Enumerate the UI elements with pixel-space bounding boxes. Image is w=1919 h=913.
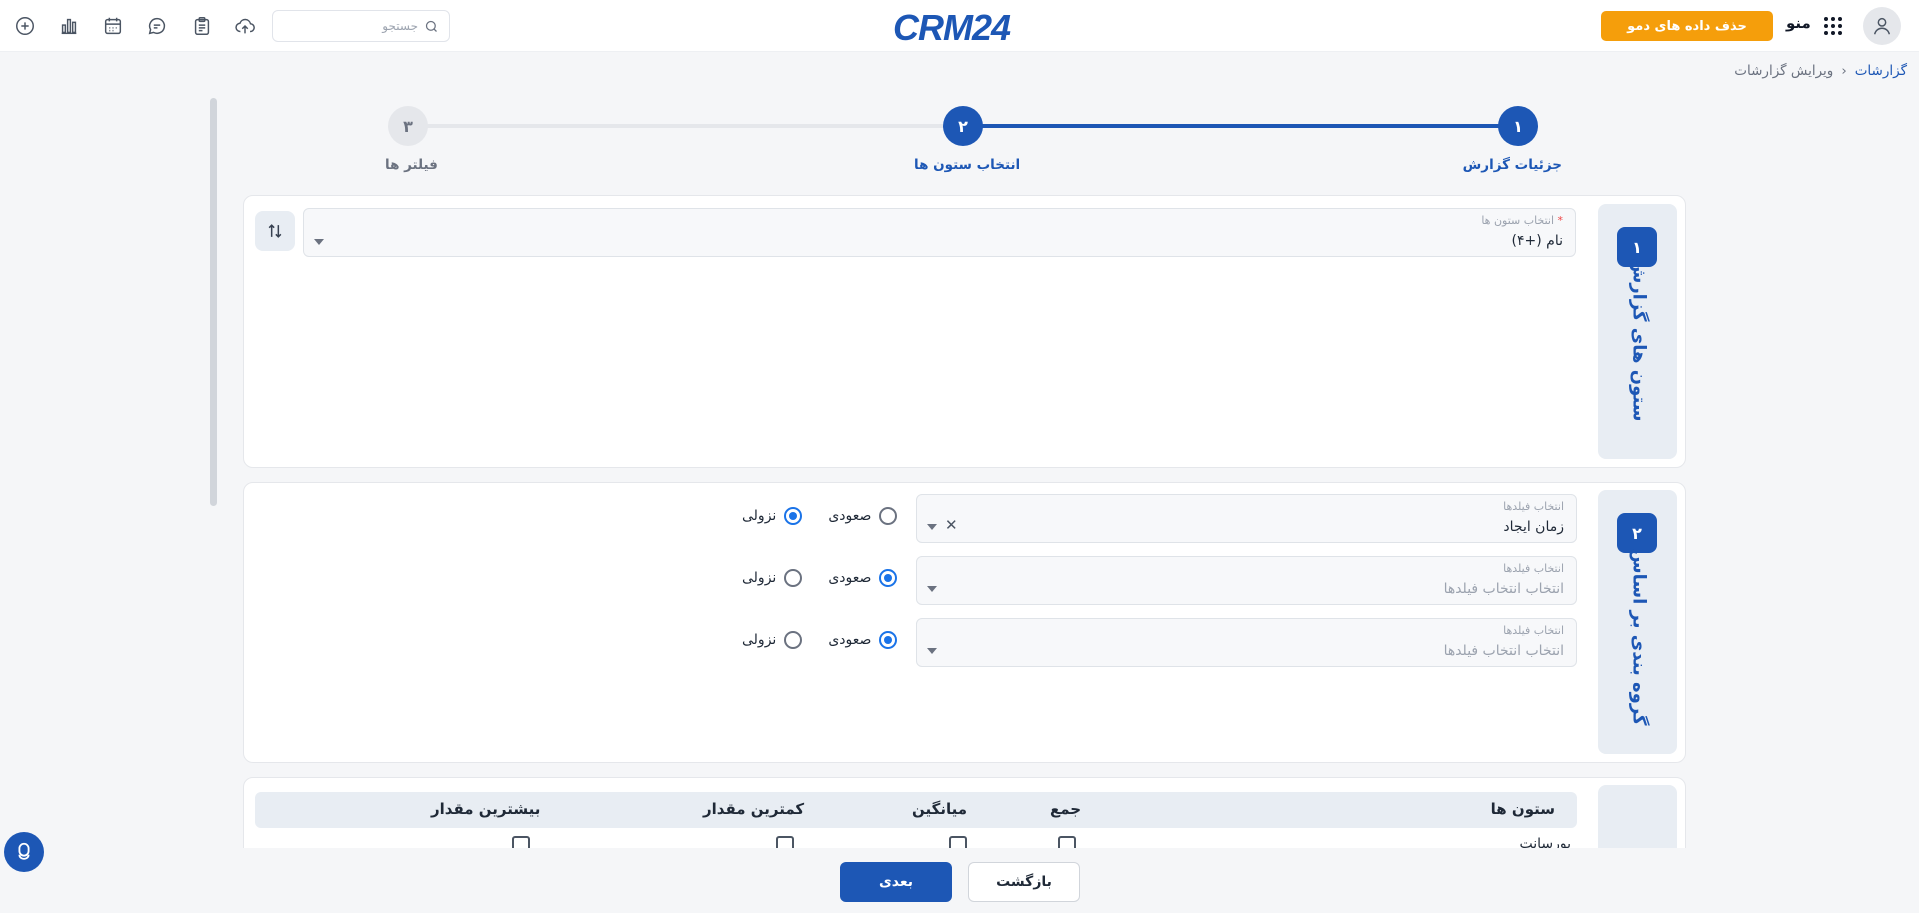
group-field-1-value: زمان ایجاد [1503,519,1564,535]
sort-order-button[interactable] [255,211,295,251]
dropdown-caret-icon[interactable] [927,648,937,654]
apps-grid-icon[interactable] [1822,15,1844,37]
dropdown-caret-icon[interactable] [927,586,937,592]
swap-vertical-icon [268,224,282,238]
grouping-tab: ۲ گروه بندی بر اساس [1598,490,1677,754]
th-average: میانگین [912,800,968,818]
asc-label: صعودی [828,508,872,524]
section-2-number: ۲ [1617,513,1657,553]
desc-radio-2[interactable]: نزولی [742,569,803,587]
th-sum: جمع [1050,800,1082,818]
clear-icon[interactable]: ✕ [945,516,958,534]
th-min: کمترین مقدار [703,800,805,818]
top-bar: CRM24 حذف داده های دمو منو [0,0,1919,52]
breadcrumb: گزارشات ‹ ویرایش گزارشات [1734,63,1907,79]
step-3-circle[interactable]: ۳ [388,106,428,146]
desc-label: نزولی [742,508,777,524]
group-field-2-placeholder: انتخاب انتخاب فیلدها [1443,581,1564,597]
asc-radio-3[interactable]: صعودی [828,631,898,649]
section-1-title: ستون های گزارش [1628,258,1650,422]
vertical-scrollbar[interactable] [210,98,217,506]
dropdown-caret-icon[interactable] [927,524,937,530]
breadcrumb-reports-link[interactable]: گزارشات [1855,63,1907,79]
bar-chart-icon[interactable] [56,13,82,39]
desc-radio-1[interactable]: نزولی [742,507,803,525]
asc-label: صعودی [828,570,872,586]
required-mark: * [1557,214,1564,227]
summary-table-header: ستون ها جمع میانگین کمترین مقدار بیشترین… [255,792,1577,828]
stepper-progress [963,124,1518,128]
sort-direction-2: صعودی نزولی [742,569,898,587]
radio-unchecked[interactable] [784,631,803,649]
delete-demo-data-button[interactable]: حذف داده های دمو [1601,11,1773,41]
group-field-2-label: انتخاب فیلدها [1503,562,1564,575]
sort-direction-1: صعودی نزولی [742,507,898,525]
desc-label: نزولی [742,570,777,586]
section-2-title: گروه بندی بر اساس [1628,548,1650,726]
group-field-3-label: انتخاب فیلدها [1503,624,1564,637]
group-field-3[interactable]: انتخاب فیلدها انتخاب انتخاب فیلدها [916,618,1577,667]
step-2-label[interactable]: انتخاب ستون ها [914,157,1020,173]
column-select-field[interactable]: * انتخاب ستون ها نام (+۴) [303,208,1576,257]
column-select-value: نام (+۴) [1511,233,1563,249]
th-columns: ستون ها [1490,800,1555,818]
column-select-label: * انتخاب ستون ها [1481,214,1563,227]
back-button[interactable]: بازگشت [968,862,1080,902]
column-select-label-text: انتخاب ستون ها [1481,214,1554,227]
support-chat-button[interactable] [4,832,44,872]
cloud-upload-icon[interactable] [232,13,258,39]
dropdown-caret-icon[interactable] [314,239,324,245]
step-1-label[interactable]: جزئیات گزارش [1463,157,1562,173]
step-1-circle[interactable]: ۱ [1498,106,1538,146]
footer-bar [0,848,1919,913]
breadcrumb-current: ویرایش گزارشات [1734,63,1834,79]
asc-radio-1[interactable]: صعودی [828,507,898,525]
support-icon [18,842,30,860]
user-avatar[interactable] [1863,7,1901,45]
clipboard-icon[interactable] [189,13,215,39]
radio-checked[interactable] [784,507,803,525]
radio-checked[interactable] [879,631,898,649]
group-field-1[interactable]: انتخاب فیلدها زمان ایجاد ✕ [916,494,1577,543]
chevron-left-icon: ‹ [1841,63,1847,79]
desc-radio-3[interactable]: نزولی [742,631,803,649]
menu-label[interactable]: منو [1786,14,1811,32]
sort-direction-3: صعودی نزولی [742,631,898,649]
radio-unchecked[interactable] [784,569,803,587]
asc-radio-2[interactable]: صعودی [828,569,898,587]
group-field-1-label: انتخاب فیلدها [1503,500,1564,513]
search-icon [424,19,439,34]
next-button[interactable]: بعدی [840,862,952,902]
desc-label: نزولی [742,632,777,648]
user-icon [1873,17,1891,35]
th-max: بیشترین مقدار [431,800,541,818]
step-3-label[interactable]: فیلتر ها [385,157,438,173]
search-input[interactable] [298,19,418,33]
group-field-2[interactable]: انتخاب فیلدها انتخاب انتخاب فیلدها [916,556,1577,605]
asc-label: صعودی [828,632,872,648]
search-box[interactable] [272,10,450,42]
step-2-circle[interactable]: ۲ [943,106,983,146]
radio-checked[interactable] [879,569,898,587]
plus-circle-icon[interactable] [12,13,38,39]
radio-unchecked[interactable] [879,507,898,525]
report-columns-tab: ۱ ستون های گزارش [1598,204,1677,459]
group-field-3-placeholder: انتخاب انتخاب فیلدها [1443,643,1564,659]
app-logo[interactable]: CRM24 [893,7,1011,49]
chat-icon[interactable] [144,13,170,39]
calendar-icon[interactable] [100,13,126,39]
